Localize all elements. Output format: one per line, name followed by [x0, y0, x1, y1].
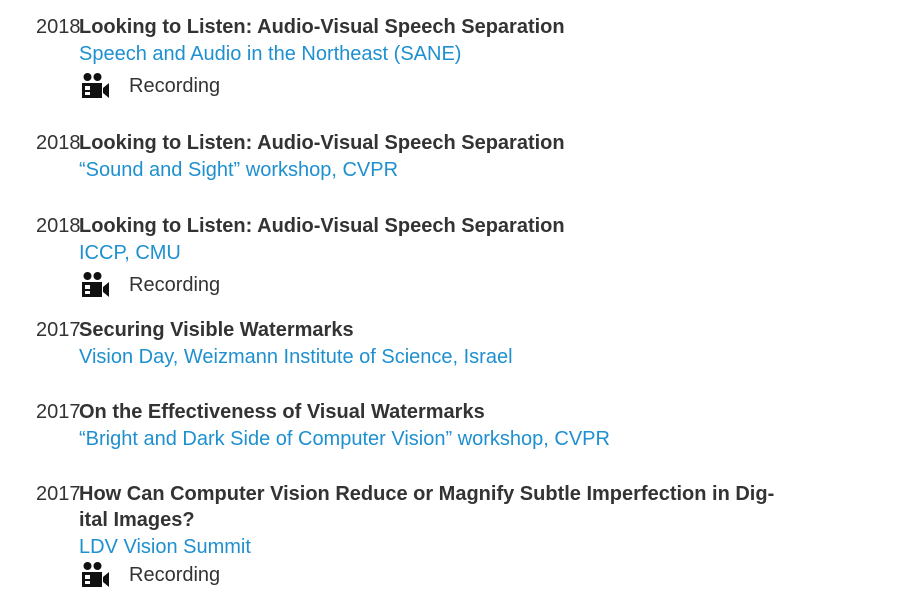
recording-link[interactable]: Recording: [79, 270, 799, 300]
recording-link[interactable]: Recording: [79, 71, 799, 101]
talk-year: 2017: [36, 483, 81, 505]
talk-venue-link[interactable]: LDV Vision Summit: [79, 534, 799, 560]
talk-venue-link[interactable]: ICCP, CMU: [79, 240, 799, 266]
talk-title: Looking to Listen: Audio-Visual Speech S…: [79, 132, 565, 154]
talk-title: On the Effectiveness of Visual Watermark…: [79, 401, 485, 423]
talk-year: 2017: [36, 319, 81, 341]
talk-venue-link[interactable]: Speech and Audio in the Northeast (SANE): [79, 41, 799, 67]
talk-title: Looking to Listen: Audio-Visual Speech S…: [79, 16, 565, 38]
talk-venue-link[interactable]: Vision Day, Weizmann Institute of Scienc…: [79, 344, 799, 370]
talk-venue-link[interactable]: “Bright and Dark Side of Computer Vision…: [79, 426, 799, 452]
talk-venue-link[interactable]: “Sound and Sight” workshop, CVPR: [79, 157, 799, 183]
recording-link[interactable]: Recording: [79, 560, 799, 590]
talk-year: 2018: [36, 16, 81, 38]
video-camera-icon: [82, 272, 109, 297]
recording-label: Recording: [129, 75, 221, 97]
talk-title: Looking to Listen: Audio-Visual Speech S…: [79, 215, 565, 237]
recording-label: Recording: [129, 274, 221, 296]
talk-title: Securing Visible Watermarks: [79, 319, 354, 341]
talk-title: How Can Computer Vision Reduce or Magnif…: [79, 483, 775, 531]
talk-year: 2017: [36, 401, 81, 423]
talk-year: 2018: [36, 132, 81, 154]
recording-label: Recording: [129, 564, 221, 586]
video-camera-icon: [82, 562, 109, 587]
talk-year: 2018: [36, 215, 81, 237]
video-camera-icon: [82, 73, 109, 98]
